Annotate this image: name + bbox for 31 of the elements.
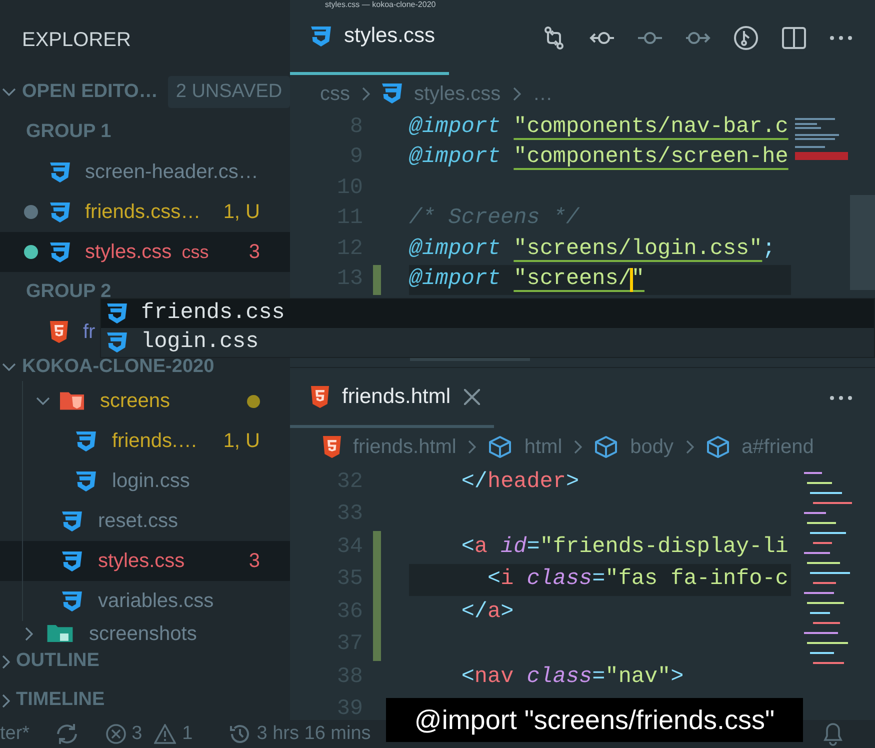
problem-count: 1, U (222, 200, 260, 225)
code-line: <i class="fas fa-info-c (486, 565, 788, 594)
file-name: screenshots (89, 622, 197, 642)
problem-count: 3 (248, 549, 260, 574)
code-line: @import "screens/" (409, 265, 644, 294)
code-line: @import "screens/login.css"; (409, 234, 776, 263)
file-name: screen-header.cs… (85, 160, 258, 185)
file-name: reset.css (98, 509, 178, 534)
code-line: </header> (460, 468, 580, 496)
file-name: screens (100, 389, 170, 414)
file-name: friends.… (112, 429, 198, 454)
file-name: fr (83, 320, 96, 345)
unsaved-count: 2 UNSAVED (168, 76, 290, 108)
code-line: </a> (460, 598, 514, 626)
file-name: friends.css… (85, 200, 201, 225)
group-label: GROUP 1 (26, 120, 112, 144)
code-line: <nav class="nav"> (460, 662, 684, 691)
window-title: styles.css — kokoa-clone-2020 (325, 0, 436, 9)
file-path: css (182, 240, 209, 264)
problem-count: 1, U (222, 429, 260, 454)
file-name: login.css (112, 469, 190, 494)
problem-count: 3 (248, 240, 260, 265)
code-line: @import "components/screen-he (409, 143, 788, 172)
code-line: <a id="friends-display-li (460, 532, 788, 561)
code-line: @import "components/nav-bar.c (409, 112, 788, 141)
file-name: styles.css (85, 240, 172, 265)
file-name: styles.css (98, 549, 185, 574)
code-line: /* Screens */ (409, 204, 580, 232)
file-name: variables.css (98, 589, 214, 614)
sidebar-title: EXPLORER (22, 28, 131, 53)
caption: @import "screens/friends.css" (386, 698, 803, 742)
